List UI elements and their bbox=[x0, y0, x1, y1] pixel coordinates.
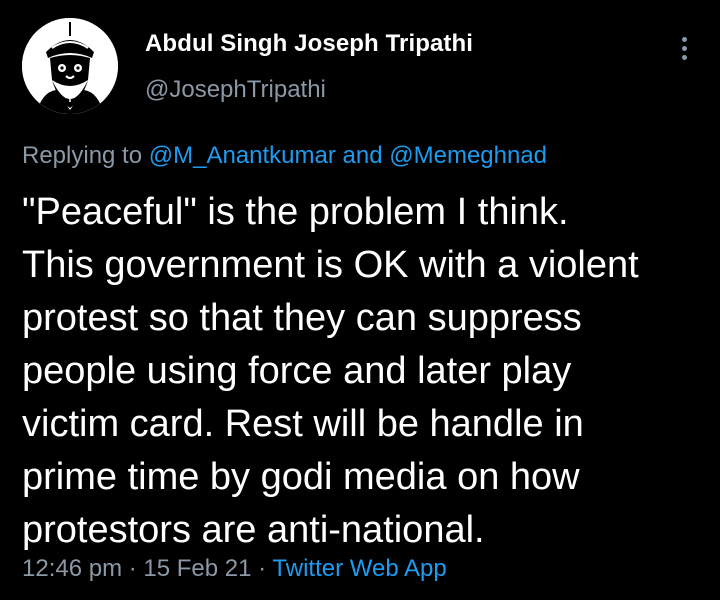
mention-link[interactable]: @M_Anantkumar bbox=[149, 142, 336, 169]
avatar[interactable] bbox=[22, 18, 118, 114]
author-name[interactable]: Abdul Singh Joseph Tripathi bbox=[145, 30, 473, 58]
tweet-time[interactable]: 12:46 pm bbox=[22, 555, 122, 582]
replying-to-line: Replying to @M_Anantkumar and @Memeghnad bbox=[22, 142, 547, 170]
tweet-meta: 12:46 pm · 15 Feb 21 · Twitter Web App bbox=[22, 555, 447, 583]
meta-separator: · bbox=[251, 555, 273, 582]
replying-to-label: Replying to bbox=[22, 142, 149, 169]
tweet-text: "Peaceful" is the problem I think. This … bbox=[22, 191, 639, 551]
mention-link[interactable]: @Memeghnad bbox=[389, 142, 547, 169]
meta-separator: · bbox=[122, 555, 144, 582]
mention-conjunction[interactable]: and bbox=[336, 142, 389, 169]
more-dot bbox=[681, 45, 687, 51]
more-dot bbox=[681, 36, 687, 42]
author-handle[interactable]: @JosephTripathi bbox=[145, 76, 326, 104]
tweet-date[interactable]: 15 Feb 21 bbox=[143, 555, 251, 582]
avatar-illustration bbox=[22, 18, 118, 114]
tweet-source-link[interactable]: Twitter Web App bbox=[272, 555, 446, 582]
more-vertical-icon[interactable] bbox=[670, 34, 698, 62]
more-dot bbox=[681, 54, 687, 60]
